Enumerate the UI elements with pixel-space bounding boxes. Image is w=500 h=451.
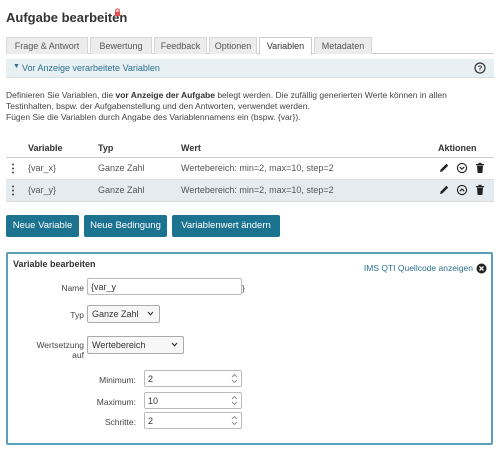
trash-icon[interactable] (474, 184, 486, 196)
accordion-label: Vor Anzeige verarbeitete Variablen (22, 63, 160, 73)
spinner-icon[interactable] (231, 373, 238, 384)
description-hint: Fügen Sie die Variablen durch Angabe des… (6, 112, 301, 122)
typ-label: Typ (70, 310, 84, 320)
variable-value: Wertebereich: min=2, max=10, step=2 (181, 163, 334, 173)
setting-select[interactable]: Wertebereich (87, 336, 184, 354)
chevron-down-icon (171, 342, 178, 347)
tab-frage-antwort[interactable]: Frage & Antwort (6, 37, 88, 54)
typ-select[interactable]: Ganze Zahl (87, 305, 160, 323)
page-title: Aufgabe bearbeiten (6, 10, 128, 25)
variable-value: Wertebereich: min=2, max=10, step=2 (181, 185, 334, 195)
chevron-up-circle-icon[interactable] (456, 184, 468, 196)
max-input-value: 10 (148, 396, 159, 406)
qti-source-link[interactable]: IMS QTI Quellcode anzeigen (364, 263, 473, 273)
description-text: Definieren Sie Variablen, die (6, 90, 116, 100)
trash-icon[interactable] (474, 162, 486, 174)
edit-icon[interactable] (438, 162, 450, 174)
close-icon[interactable] (476, 263, 487, 274)
setting-select-value: Wertebereich (92, 340, 146, 350)
variable-type: Ganze Zahl (98, 185, 145, 195)
drag-handle-icon[interactable] (11, 185, 15, 196)
variables-table: Variable Typ Wert Aktionen {var_x} Ganze… (6, 140, 494, 202)
col-aktionen: Aktionen (438, 143, 477, 153)
setting-label: Wertsetzung auf (18, 340, 84, 360)
max-input[interactable]: 10 (144, 392, 242, 409)
drag-handle-icon[interactable] (11, 163, 15, 174)
table-row[interactable]: {var_x} Ganze Zahl Wertebereich: min=2, … (6, 158, 494, 180)
tab-metadaten[interactable]: Metadaten (314, 37, 372, 54)
typ-select-value: Ganze Zahl (92, 309, 139, 319)
new-variable-button[interactable]: Neue Variable (6, 215, 79, 237)
max-label: Maximum: (96, 397, 136, 407)
name-label: Name (61, 283, 84, 293)
min-input-value: 2 (148, 374, 154, 384)
col-typ: Typ (98, 143, 114, 153)
chevron-down-circle-icon[interactable] (456, 162, 468, 174)
accordion-header[interactable]: ▼ Vor Anzeige verarbeitete Variablen ? (6, 59, 494, 78)
tab-feedback[interactable]: Feedback (154, 37, 207, 54)
min-label: Minimum: (99, 375, 136, 385)
step-input[interactable]: 2 (144, 412, 242, 429)
table-header: Variable Typ Wert Aktionen (6, 140, 494, 158)
tab-optionen[interactable]: Optionen (209, 37, 257, 54)
name-input[interactable]: {var_y (87, 278, 242, 295)
variable-name: {var_y} (28, 185, 57, 195)
tab-bewertung[interactable]: Bewertung (90, 37, 152, 54)
lock-icon (114, 8, 121, 17)
step-label: Schritte: (104, 417, 136, 427)
variable-type: Ganze Zahl (98, 163, 145, 173)
chevron-down-icon (147, 311, 154, 316)
change-value-button[interactable]: Variablenwert ändern (172, 215, 280, 237)
edit-variable-panel: Variable bearbeiten IMS QTI Quellcode an… (6, 252, 493, 445)
help-icon[interactable]: ? (474, 62, 486, 74)
col-wert: Wert (181, 143, 201, 153)
name-suffix: } (242, 283, 245, 293)
setting-label-line-2: auf (72, 350, 84, 360)
description-emphasis: vor Anzeige der Aufgabe (115, 90, 215, 100)
name-input-value: {var_y (91, 282, 117, 292)
setting-label-line-1: Wertsetzung (36, 340, 84, 350)
tab-variablen[interactable]: Variablen (259, 37, 312, 55)
spinner-icon[interactable] (231, 415, 238, 426)
col-variable: Variable (28, 143, 63, 153)
variable-name: {var_x} (28, 163, 57, 173)
panel-title: Variable bearbeiten (13, 259, 96, 269)
tab-bar: Frage & Antwort Bewertung Feedback Optio… (6, 37, 494, 55)
min-input[interactable]: 2 (144, 370, 242, 387)
step-input-value: 2 (148, 416, 154, 426)
description: Definieren Sie Variablen, die vor Anzeig… (6, 90, 494, 123)
edit-icon[interactable] (438, 184, 450, 196)
new-condition-button[interactable]: Neue Bedingung (84, 215, 167, 237)
spinner-icon[interactable] (231, 395, 238, 406)
table-row-selected[interactable]: {var_y} Ganze Zahl Wertebereich: min=2, … (6, 180, 494, 202)
svg-text:?: ? (478, 64, 483, 73)
chevron-down-icon: ▼ (13, 63, 20, 70)
